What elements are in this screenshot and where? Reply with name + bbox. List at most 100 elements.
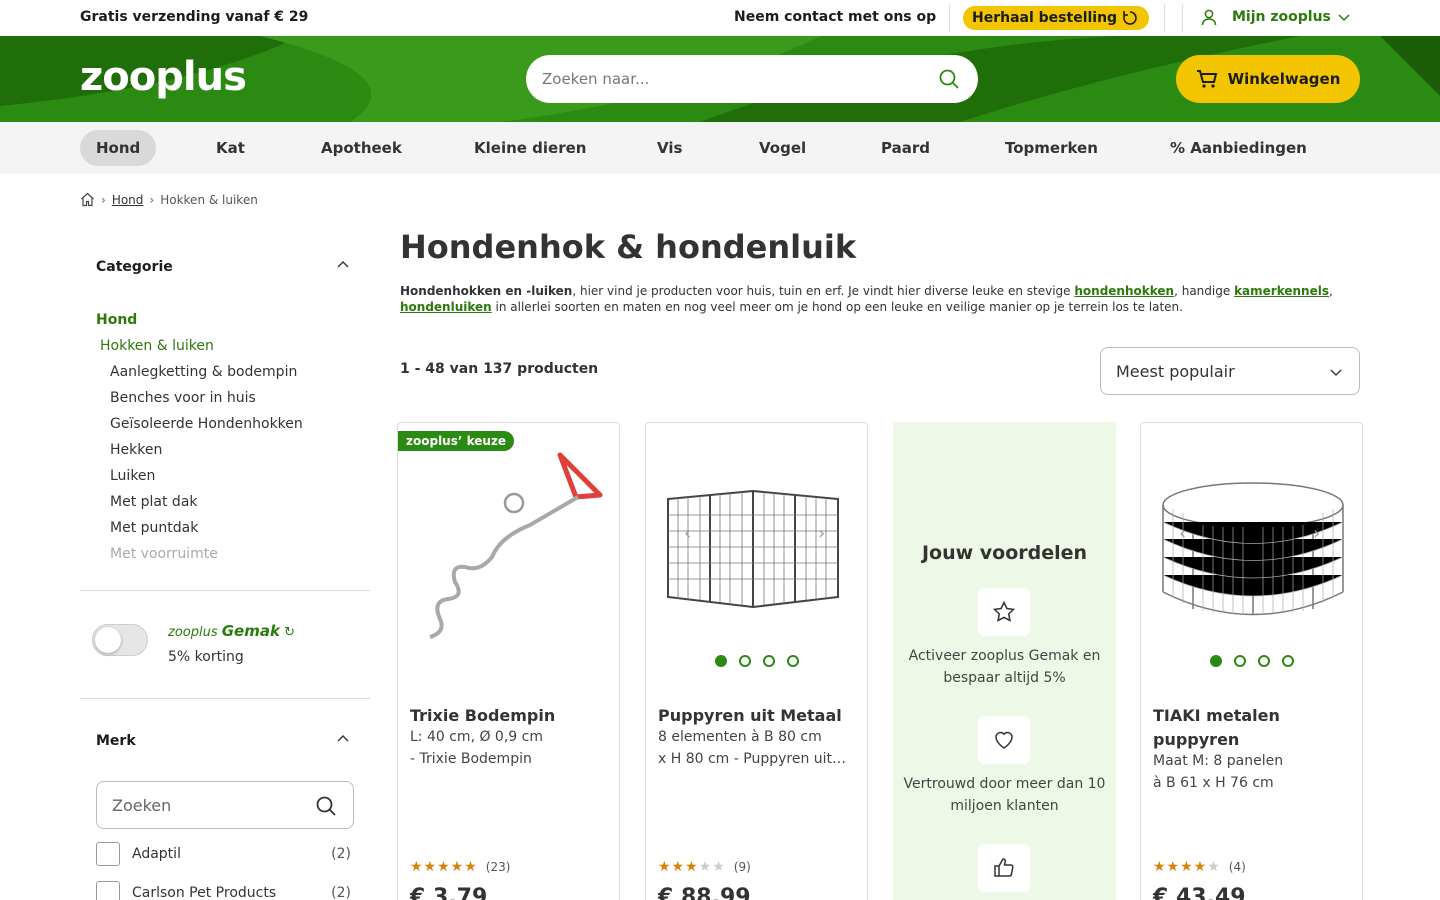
gemak-discount-text: 5% korting <box>168 649 244 665</box>
intro-text: , handige <box>1174 284 1235 298</box>
carousel-dot[interactable] <box>714 655 727 667</box>
home-icon[interactable] <box>80 192 95 207</box>
hondenhokken-link[interactable]: hondenhokken <box>1074 284 1174 298</box>
carousel-next-icon[interactable]: › <box>1313 523 1320 544</box>
site-header: zooplus Winkelwagen <box>0 36 1440 122</box>
free-shipping-text: Gratis verzending vanaf € 29 <box>80 9 309 25</box>
intro-text: , <box>1328 284 1333 298</box>
product-card[interactable]: ‹ › TIAKI metalen puppyren Maat M: 8 pan… <box>1140 422 1363 900</box>
chevron-up-icon[interactable] <box>336 732 350 746</box>
carousel-dots <box>1141 655 1362 667</box>
benefit-text: Activeer zooplus Gemak en bespaar altijd… <box>908 648 1101 686</box>
product-price: € 88,99 <box>658 885 751 900</box>
brand-count: (2) <box>331 885 351 900</box>
rating-stars: ★★★★★ <box>1153 859 1221 875</box>
cart-button[interactable]: Winkelwagen <box>1176 55 1360 103</box>
contact-link[interactable]: Neem contact met ons op <box>734 9 936 25</box>
carousel-dot[interactable] <box>762 655 775 667</box>
zooplus-choice-badge: zooplus’ keuze <box>398 431 515 451</box>
heart-icon <box>978 716 1030 764</box>
nav-item-vogel[interactable]: Vogel <box>743 130 822 166</box>
account-menu[interactable]: Mijn zooplus <box>1200 8 1351 26</box>
search-input[interactable] <box>542 70 922 88</box>
product-image-octagonal-playpen[interactable] <box>1153 447 1352 647</box>
subcategory-link[interactable]: Geïsoleerde Hondenhokken <box>96 416 303 442</box>
category-nav: Hond Kat Apotheek Kleine dieren Vis Voge… <box>0 122 1440 174</box>
nav-item-kat[interactable]: Kat <box>200 130 261 166</box>
product-card[interactable]: zooplus’ keuze Trixie Bodempin L: 40 cm,… <box>397 422 620 900</box>
brand-search <box>96 781 354 829</box>
search-icon[interactable] <box>315 795 337 817</box>
intro-text: , hier vind je producten voor huis, tuin… <box>572 284 1075 298</box>
chevron-up-icon[interactable] <box>336 258 350 272</box>
subcategory-link[interactable]: Hekken <box>96 442 303 468</box>
nav-item-aanbiedingen[interactable]: % Aanbiedingen <box>1154 130 1323 166</box>
category-root-link[interactable]: Hond <box>96 312 303 338</box>
carousel-dot[interactable] <box>1209 655 1222 667</box>
hondenluiken-link[interactable]: hondenluiken <box>400 300 492 314</box>
nav-item-kleine-dieren[interactable]: Kleine dieren <box>458 130 602 166</box>
carousel-dot[interactable] <box>1257 655 1270 667</box>
chevron-right-icon: › <box>101 192 106 207</box>
product-name[interactable]: Puppyren uit Metaal <box>658 704 858 728</box>
product-rating: ★★★★★ (9) <box>658 859 751 875</box>
nav-item-apotheek[interactable]: Apotheek <box>305 130 418 166</box>
reorder-button[interactable]: Herhaal bestelling <box>963 6 1149 30</box>
carousel-prev-icon[interactable]: ‹ <box>1179 523 1186 544</box>
checkbox[interactable] <box>96 881 120 900</box>
category-current-link[interactable]: Hokken & luiken <box>96 338 303 364</box>
breadcrumb: › Hond › Hokken & luiken <box>80 192 258 207</box>
product-name[interactable]: TIAKI metalen puppyren <box>1153 704 1353 752</box>
category-intro: Hondenhokken en -luiken, hier vind je pr… <box>400 283 1360 315</box>
nav-item-vis[interactable]: Vis <box>641 130 698 166</box>
carousel-dots <box>646 655 867 667</box>
cart-label: Winkelwagen <box>1227 70 1341 88</box>
nav-item-topmerken[interactable]: Topmerken <box>989 130 1114 166</box>
subcategory-link[interactable]: Met voorruimte <box>96 546 303 572</box>
product-image-ground-anchor[interactable] <box>410 447 609 647</box>
product-price: € 43,49 <box>1153 885 1246 900</box>
cart-icon <box>1196 70 1217 88</box>
chevron-down-icon <box>1338 14 1350 22</box>
nav-item-paard[interactable]: Paard <box>865 130 946 166</box>
carousel-dot[interactable] <box>1281 655 1294 667</box>
carousel-dot[interactable] <box>786 655 799 667</box>
zooplus-logo[interactable]: zooplus <box>80 54 247 100</box>
review-count: (23) <box>485 860 511 874</box>
gemak-brand: zooplus <box>168 625 218 640</box>
nav-item-hond[interactable]: Hond <box>80 130 157 166</box>
brand-name: Carlson Pet Products <box>132 885 277 900</box>
subcategory-link[interactable]: Benches voor in huis <box>96 390 303 416</box>
carousel-next-icon[interactable]: › <box>818 523 825 544</box>
product-count: 1 - 48 van 137 producten <box>400 361 599 377</box>
subcategory-link[interactable]: Met plat dak <box>96 494 303 520</box>
breadcrumb-hond-link[interactable]: Hond <box>112 193 144 207</box>
kamerkennels-link[interactable]: kamerkennels <box>1234 284 1329 298</box>
account-label: Mijn zooplus <box>1232 9 1331 25</box>
carousel-prev-icon[interactable]: ‹ <box>684 523 691 544</box>
carousel-dot[interactable] <box>738 655 751 667</box>
carousel-dot[interactable] <box>1233 655 1246 667</box>
checkbox[interactable] <box>96 842 120 866</box>
subcategory-link[interactable]: Met puntdak <box>96 520 303 546</box>
brand-filter-row[interactable]: Carlson Pet Products (2) <box>96 880 354 900</box>
product-rating: ★★★★★ (4) <box>1153 859 1246 875</box>
product-price: € 3,79 <box>410 885 488 900</box>
subcategory-link[interactable]: Luiken <box>96 468 303 494</box>
chevron-right-icon: › <box>149 192 155 207</box>
product-variant: L: 40 cm, Ø 0,9 cm <box>410 729 543 745</box>
refresh-icon: ↻ <box>284 625 296 640</box>
search-icon[interactable] <box>938 68 960 90</box>
brand-search-input[interactable] <box>112 795 302 815</box>
product-image-metal-playpen[interactable] <box>658 447 857 647</box>
gemak-toggle[interactable] <box>92 624 148 656</box>
sort-select[interactable]: Meest populair <box>1100 347 1360 395</box>
product-name[interactable]: Trixie Bodempin <box>410 704 610 728</box>
product-card[interactable]: ‹ › Puppyren uit Metaal 8 elementen à B … <box>645 422 868 900</box>
benefits-title: Jouw voordelen <box>921 542 1088 564</box>
benefits-panel: Jouw voordelen Activeer zooplus Gemak en… <box>893 422 1116 900</box>
subcategory-link[interactable]: Aanlegketting & bodempin <box>96 364 303 390</box>
divider <box>1182 4 1183 32</box>
brand-filter-row[interactable]: Adaptil (2) <box>96 841 354 867</box>
rating-stars: ★★★★★ <box>410 859 478 875</box>
